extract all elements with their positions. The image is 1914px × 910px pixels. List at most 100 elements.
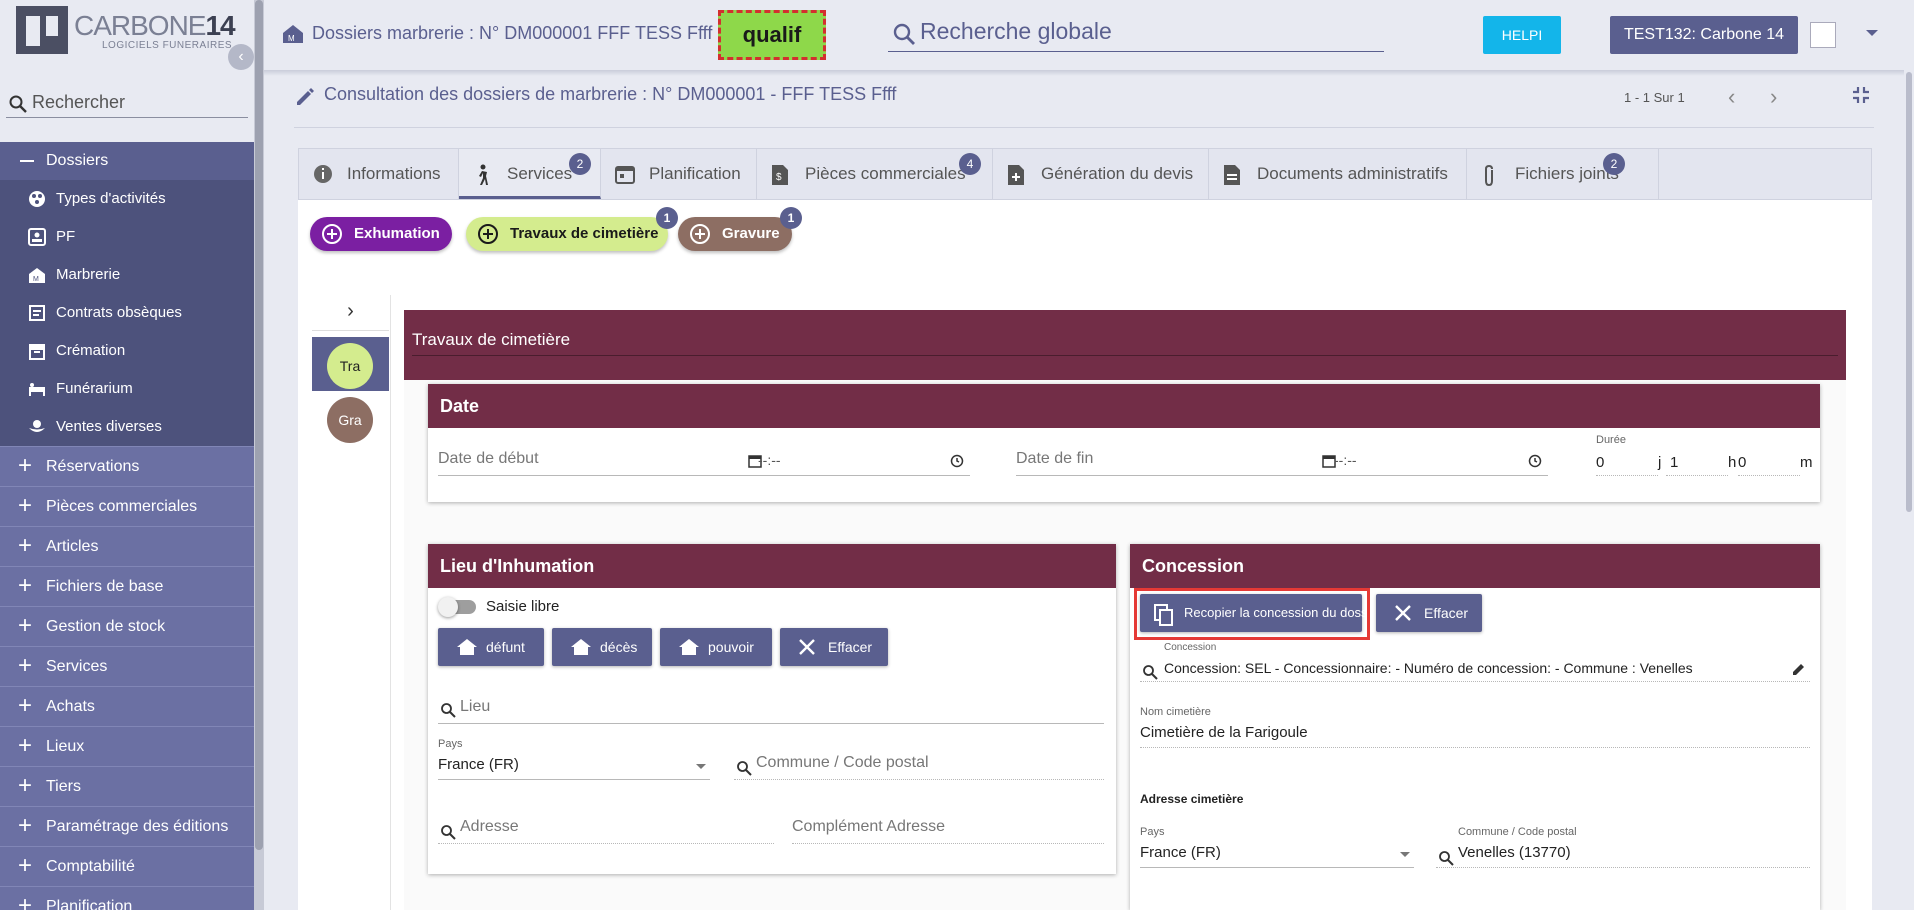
pager-text: 1 - 1 Sur 1 — [1624, 90, 1685, 105]
search-icon — [1439, 851, 1454, 866]
cemetery-name-label: Nom cimetière — [1140, 706, 1211, 718]
logo-subtitle: LOGICIELS FUNERAIRES — [102, 40, 233, 51]
add-exhumation-chip[interactable]: Exhumation — [310, 217, 452, 251]
sidebar-item-funerarium[interactable]: Funérarium — [0, 370, 254, 408]
lieu-adresse-field[interactable]: Adresse — [438, 812, 774, 844]
tab-label: Fichiers joints — [1515, 164, 1619, 183]
sidebar-section-lieux[interactable]: Lieux — [0, 726, 254, 766]
sidebar: CARBONE14 LOGICIELS FUNERAIRES ‹ Dossier… — [0, 0, 264, 910]
environment-badge: qualif — [718, 10, 826, 60]
sidebar-section-dossiers[interactable]: Dossiers — [0, 142, 254, 180]
clock-icon[interactable] — [1528, 454, 1542, 468]
duration-days-field[interactable]: 0 — [1596, 450, 1658, 476]
sidebar-section-tiers[interactable]: Tiers — [0, 766, 254, 806]
duration-days-value: 0 — [1596, 454, 1605, 471]
calendar-icon — [615, 166, 635, 184]
lieu-commune-field[interactable]: Commune / Code postal — [734, 748, 1104, 780]
lieu-complement-field[interactable]: Complément Adresse — [792, 812, 1104, 844]
logo[interactable]: CARBONE14 LOGICIELS FUNERAIRES — [16, 6, 236, 58]
chevron-down-icon[interactable] — [1866, 30, 1878, 36]
tab-count-badge: 2 — [569, 153, 591, 175]
minutes-unit: m — [1800, 454, 1813, 471]
chevron-right-icon[interactable]: › — [312, 295, 389, 331]
lieu-search-field[interactable]: Lieu — [438, 692, 1104, 724]
tab-fichiers-joints[interactable]: Fichiers joints 2 — [1467, 149, 1659, 199]
concession-commune-field[interactable]: Venelles (13770) — [1436, 840, 1810, 868]
concession-pays-select[interactable]: France (FR) — [1140, 840, 1414, 868]
clock-icon[interactable] — [950, 454, 964, 468]
hours-unit: h — [1728, 454, 1737, 471]
sidebar-search-input[interactable] — [32, 90, 242, 114]
lieu-clear-button[interactable]: Effacer — [780, 628, 888, 666]
sidebar-section-reservations[interactable]: Réservations — [0, 446, 254, 486]
cemetery-name-field[interactable]: Cimetière de la Farigoule — [1140, 720, 1810, 748]
service-item-gravure[interactable]: Gra — [312, 391, 389, 445]
user-account-button[interactable]: TEST132: Carbone 14 — [1610, 16, 1798, 54]
edit-pencil-icon[interactable] — [1792, 662, 1806, 676]
end-time-field[interactable]: --:-- — [1316, 446, 1548, 476]
duration-hours-value: 1 — [1670, 454, 1679, 471]
service-panel-title: Travaux de cimetière — [404, 310, 1846, 380]
marbrerie-home-icon[interactable]: M — [282, 24, 304, 44]
highlight-box — [1134, 588, 1370, 640]
avatar[interactable] — [1810, 22, 1836, 48]
sidebar-item-ventes-diverses[interactable]: Ventes diverses — [0, 408, 254, 446]
sidebar-item-label: Crémation — [56, 342, 126, 359]
sidebar-item-marbrerie[interactable]: M Marbrerie — [0, 256, 254, 294]
sidebar-item-types-activites[interactable]: Types d'activités — [0, 180, 254, 218]
date-card: Date Date de début --:-- Date de fin --:… — [428, 384, 1820, 502]
search-icon — [9, 95, 27, 113]
add-gravure-chip[interactable]: Gravure 1 — [678, 207, 802, 251]
cemetery-address-heading: Adresse cimetière — [1140, 792, 1244, 806]
sidebar-section-fichiers-de-base[interactable]: Fichiers de base — [0, 566, 254, 606]
tab-generation-devis[interactable]: Génération du devis — [993, 149, 1209, 199]
tab-documents-administratifs[interactable]: Documents administratifs — [1209, 149, 1467, 199]
global-search-input[interactable] — [920, 16, 1370, 46]
button-label: décès — [600, 639, 638, 655]
concession-clear-button[interactable]: Effacer — [1376, 594, 1482, 632]
start-date-field[interactable]: Date de début — [438, 446, 762, 476]
collapse-sidebar-button[interactable]: ‹ — [228, 44, 254, 70]
tab-informations[interactable]: Informations — [299, 149, 459, 199]
concession-field[interactable]: Concession: SEL - Concessionnaire: - Num… — [1140, 654, 1810, 682]
sidebar-scrollbar-thumb[interactable] — [255, 0, 263, 850]
tab-pieces-commerciales[interactable]: $ Pièces commerciales 4 — [757, 149, 993, 199]
sidebar-section-services[interactable]: Services — [0, 646, 254, 686]
add-travaux-cimetiere-chip[interactable]: Travaux de cimetière 1 — [466, 207, 678, 251]
sidebar-section-gestion-de-stock[interactable]: Gestion de stock — [0, 606, 254, 646]
duration-minutes-field[interactable]: 0 — [1738, 450, 1800, 476]
deces-button[interactable]: décès — [552, 628, 652, 666]
top-bar: M Dossiers marbrerie : N° DM000001 FFF T… — [264, 0, 1914, 70]
commune-value: Venelles (13770) — [1458, 844, 1571, 861]
duration-hours-field[interactable]: 1 — [1666, 450, 1728, 476]
tab-label: Documents administratifs — [1257, 164, 1448, 183]
lieu-pays-select[interactable]: France (FR) — [438, 752, 710, 780]
tab-services[interactable]: Services 2 — [459, 149, 601, 199]
defunt-button[interactable]: défunt — [438, 628, 544, 666]
sidebar-item-cremation[interactable]: Crémation — [0, 332, 254, 370]
sidebar-section-articles[interactable]: Articles — [0, 526, 254, 566]
chip-label: Gravure — [722, 225, 780, 242]
duration-label: Durée — [1596, 434, 1626, 446]
pouvoir-button[interactable]: pouvoir — [660, 628, 772, 666]
sidebar-section-pieces-commerciales[interactable]: Pièces commerciales — [0, 486, 254, 526]
page-scrollbar-thumb[interactable] — [1906, 72, 1912, 512]
service-item-travaux[interactable]: Tra — [312, 337, 389, 391]
sidebar-section-comptabilite[interactable]: Comptabilité — [0, 846, 254, 886]
sidebar-section-planification[interactable]: Planification — [0, 886, 254, 910]
sidebar-section-achats[interactable]: Achats — [0, 686, 254, 726]
chevron-left-icon[interactable]: ‹ — [1728, 84, 1735, 110]
end-date-field[interactable]: Date de fin — [1016, 446, 1336, 476]
sidebar-section-parametrage-editions[interactable]: Paramétrage des éditions — [0, 806, 254, 846]
chevron-right-icon[interactable]: › — [1770, 84, 1777, 110]
help-button[interactable]: HELPI — [1483, 16, 1561, 54]
tab-planification[interactable]: Planification — [601, 149, 757, 199]
free-entry-toggle[interactable] — [438, 597, 476, 617]
services-content: Exhumation Travaux de cimetière 1 Gravur… — [298, 200, 1872, 910]
pays-value: France (FR) — [1140, 844, 1221, 861]
sidebar-item-contrats-obseques[interactable]: Contrats obsèques — [0, 294, 254, 332]
sidebar-item-pf[interactable]: PF — [0, 218, 254, 256]
tab-label: Planification — [649, 164, 741, 183]
start-time-field[interactable]: --:-- — [738, 446, 970, 476]
collapse-view-icon[interactable] — [1852, 86, 1870, 104]
